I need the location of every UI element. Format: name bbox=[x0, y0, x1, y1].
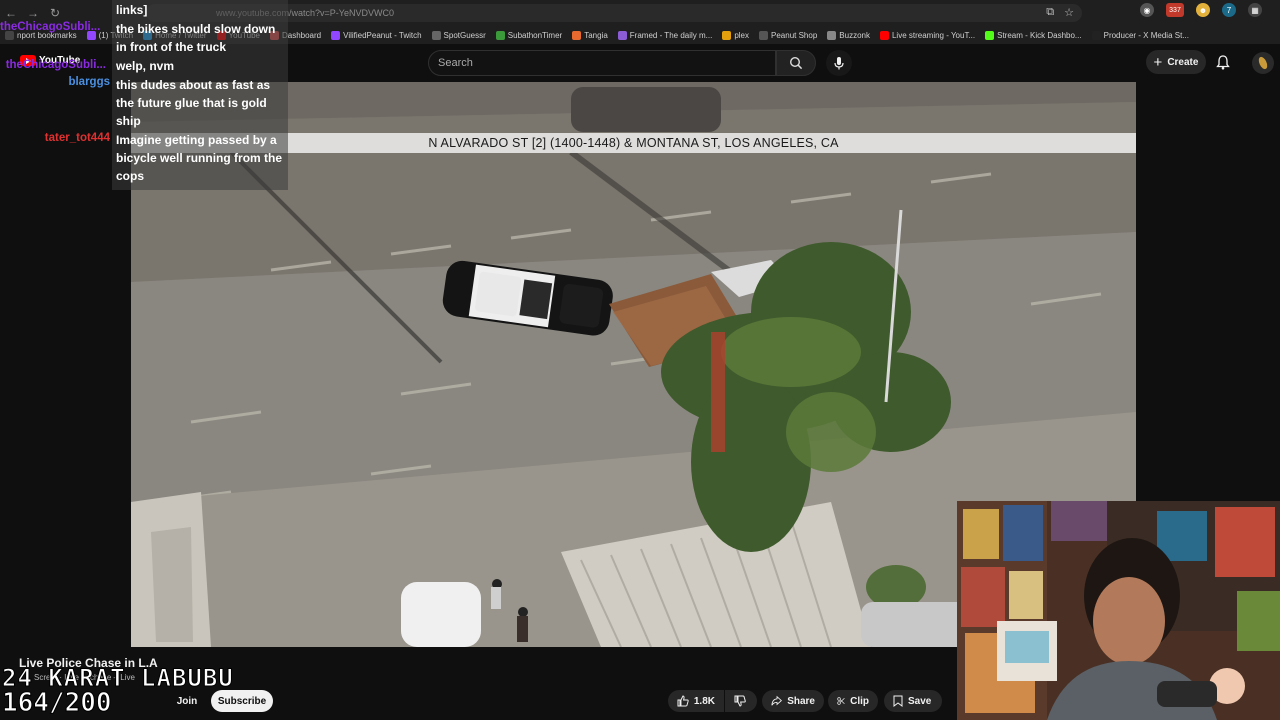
like-count: 1.8K bbox=[693, 695, 715, 707]
scissors-icon bbox=[837, 697, 845, 705]
bookmark-label: Framed - The daily m... bbox=[629, 30, 713, 40]
join-button[interactable]: Join bbox=[170, 690, 204, 712]
bookmark-favicon-icon bbox=[722, 30, 732, 40]
bookmark-item[interactable]: Live streaming - YouT... bbox=[875, 30, 980, 40]
create-label: Create bbox=[1167, 56, 1199, 68]
seven-tv-extension-icon[interactable]: 7 bbox=[1222, 3, 1236, 17]
bookmark-item[interactable]: Framed - The daily m... bbox=[613, 30, 718, 40]
search-input[interactable]: Search bbox=[428, 50, 776, 76]
bookmark-item[interactable]: Producer - X Media St... bbox=[1087, 30, 1194, 40]
bookmark-item[interactable]: VilifiedPeanut - Twitch bbox=[326, 30, 426, 40]
account-avatar[interactable] bbox=[1252, 52, 1274, 74]
emoji-extension-icon[interactable]: ☻ bbox=[1196, 3, 1210, 17]
chat-message-fragment: links] bbox=[116, 3, 148, 17]
notifications-bell-icon[interactable] bbox=[1216, 55, 1230, 75]
bookmark-label: SpotGuessr bbox=[443, 30, 486, 40]
save-label: Save bbox=[908, 695, 932, 707]
bookmark-item[interactable]: plex bbox=[717, 30, 754, 40]
bookmark-star-icon[interactable]: ☆ bbox=[1064, 6, 1074, 19]
bookmark-favicon-icon bbox=[572, 30, 582, 40]
bookmark-label: VilifiedPeanut - Twitch bbox=[343, 30, 422, 40]
bookmark-favicon-icon bbox=[827, 30, 837, 40]
plus-icon: + bbox=[1153, 53, 1163, 71]
bookmark-favicon-icon bbox=[331, 30, 341, 40]
microphone-icon bbox=[834, 57, 844, 70]
chat-username: blarggs bbox=[68, 76, 110, 88]
chat-username: tater_tot444 bbox=[44, 132, 110, 144]
webcam-feed bbox=[957, 501, 1280, 720]
streamer-webcam bbox=[957, 501, 1280, 720]
thumbs-up-icon bbox=[677, 695, 689, 707]
sub-goal-count: 164/200 bbox=[2, 688, 113, 719]
bookmark-label: Peanut Shop bbox=[771, 30, 818, 40]
bookmark-label: Producer - X Media St... bbox=[1103, 30, 1189, 40]
bookmark-label: Tangia bbox=[584, 30, 608, 40]
bookmark-icon bbox=[893, 695, 903, 707]
bookmark-favicon-icon bbox=[495, 30, 505, 40]
bookmark-favicon-icon bbox=[879, 30, 889, 40]
search-placeholder: Search bbox=[438, 57, 473, 69]
chat-message: Imagine getting passed by a bicycle well… bbox=[116, 133, 283, 183]
search-icon bbox=[789, 56, 803, 70]
bookmark-favicon-icon bbox=[1091, 30, 1101, 40]
bookmark-item[interactable]: Stream - Kick Dashbo... bbox=[980, 30, 1086, 40]
dislike-button[interactable] bbox=[725, 690, 757, 712]
bookmark-favicon-icon bbox=[985, 30, 995, 40]
extension-icon[interactable]: ◉ bbox=[1140, 3, 1154, 17]
chat-overlay: links] theChicagoSubli... the bikes shou… bbox=[0, 0, 288, 190]
bookmark-item[interactable]: SpotGuessr bbox=[427, 30, 491, 40]
install-app-icon[interactable]: ⧉ bbox=[1046, 6, 1054, 19]
save-button[interactable]: Save bbox=[884, 690, 942, 712]
create-button[interactable]: + Create bbox=[1146, 50, 1206, 74]
chat-username: theChicagoSubli... bbox=[5, 59, 106, 71]
clip-button[interactable]: Clip bbox=[828, 690, 878, 712]
share-label: Share bbox=[787, 695, 815, 707]
bookmark-label: plex bbox=[734, 30, 750, 40]
chat-username: theChicagoSubli... bbox=[0, 21, 101, 33]
share-arrow-icon bbox=[771, 695, 782, 706]
share-button[interactable]: Share bbox=[762, 690, 824, 712]
bookmark-favicon-icon bbox=[759, 30, 769, 40]
bookmark-label: Buzzonk bbox=[839, 30, 870, 40]
extension-badge[interactable]: 337 bbox=[1166, 3, 1184, 17]
bookmark-item[interactable]: Tangia bbox=[567, 30, 613, 40]
chat-message: this dudes about as fast as the future g… bbox=[116, 78, 271, 128]
bookmark-item[interactable]: SubathonTimer bbox=[491, 30, 567, 40]
bookmark-favicon-icon bbox=[431, 30, 441, 40]
voice-search-button[interactable] bbox=[826, 50, 852, 76]
thumbs-down-icon bbox=[734, 695, 746, 707]
bookmark-label: SubathonTimer bbox=[507, 30, 563, 40]
like-button[interactable]: 1.8K bbox=[668, 690, 724, 712]
bookmark-item[interactable]: Buzzonk bbox=[822, 30, 875, 40]
bookmark-label: Live streaming - YouT... bbox=[891, 30, 976, 40]
clip-label: Clip bbox=[850, 695, 869, 707]
chat-message: welp, nvm bbox=[116, 59, 175, 73]
chat-message: the bikes should slow down in front of t… bbox=[116, 22, 276, 54]
puzzle-extensions-icon[interactable]: ▦ bbox=[1248, 3, 1262, 17]
search-button[interactable] bbox=[776, 50, 816, 76]
bookmark-item[interactable]: Peanut Shop bbox=[754, 30, 822, 40]
subscribe-button[interactable]: Subscribe bbox=[211, 690, 273, 712]
bookmark-label: Stream - Kick Dashbo... bbox=[997, 30, 1082, 40]
bookmark-favicon-icon bbox=[617, 30, 627, 40]
